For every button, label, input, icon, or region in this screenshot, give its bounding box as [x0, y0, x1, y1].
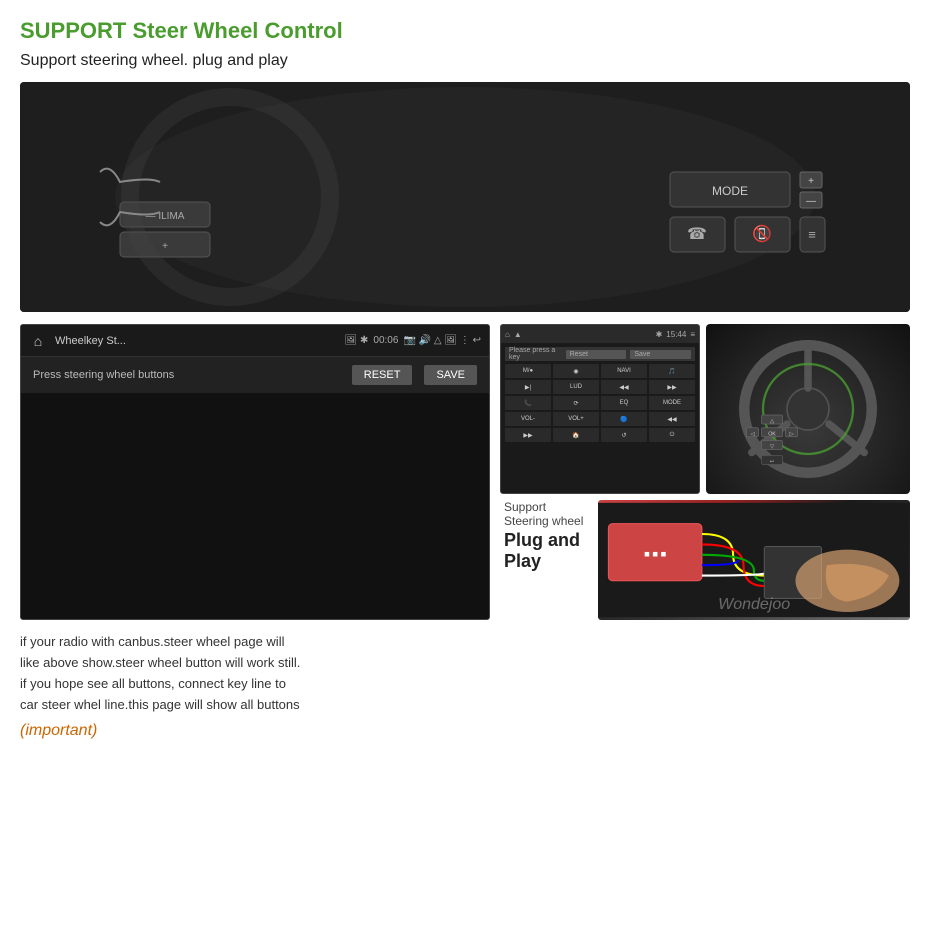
svg-text:OK: OK: [768, 432, 776, 438]
svg-text:MODE: MODE: [712, 184, 748, 198]
mini-topbar: ⌂ ▲ ✱ 15:44 ≡: [501, 325, 699, 343]
android-content-bar: Press steering wheel buttons RESET SAVE: [21, 357, 489, 393]
svg-text:◁: ◁: [750, 432, 754, 438]
bottom-left: if your radio with canbus.steer wheel pa…: [20, 632, 475, 739]
mini-menu-icon: ≡: [690, 330, 695, 339]
title-support: SUPPORT: [20, 18, 126, 43]
mini-cell-rot: ↺: [601, 428, 647, 442]
mini-cell-2: ◉: [553, 364, 599, 378]
svg-text:■ ■ ■: ■ ■ ■: [644, 549, 666, 559]
mini-cell-volp: VOL+: [553, 412, 599, 426]
mini-time: 15:44: [666, 330, 686, 339]
desc-line4: car steer whel line.this page will show …: [20, 697, 300, 712]
mini-cell-1: M/●: [505, 364, 551, 378]
mini-cell-next: ▶▶: [649, 380, 695, 394]
mini-grid: M/● ◉ NAVI 🎵 ▶| LUD ◀◀ ▶▶ 📞 ⟳ EQ MODE: [505, 364, 695, 442]
svg-text:—: —: [806, 196, 816, 207]
mini-cell-refresh: ⟳: [553, 396, 599, 410]
topbar-icons: 🖼 ✱ 00:06 📷 🔊 △ 🖼 ⋮ ↩: [345, 335, 481, 346]
press-text: Press steering wheel buttons: [33, 369, 340, 381]
bottom-panels: ⌂ Wheelkey St... 🖼 ✱ 00:06 📷 🔊 △ 🖼 ⋮ ↩ P…: [20, 324, 910, 620]
left-android-panel: ⌂ Wheelkey St... 🖼 ✱ 00:06 📷 🔊 △ 🖼 ⋮ ↩ P…: [20, 324, 490, 620]
reset-button[interactable]: RESET: [352, 365, 413, 385]
mini-cell-lud: LUD: [553, 380, 599, 394]
save-button[interactable]: SAVE: [424, 365, 477, 385]
plug-and-play-label: Plug and Play: [504, 530, 592, 572]
small-steering-image: △ OK ▽ ◁ ▷ ↩: [706, 324, 910, 494]
title-control: Control: [258, 18, 342, 43]
subtitle: Support steering wheel. plug and play: [20, 52, 910, 70]
support-steering-label: Support Steering wheel: [504, 500, 592, 528]
page-wrapper: SUPPORT Steer Wheel Control Support stee…: [0, 0, 930, 930]
mini-please-text: Please press a key: [509, 347, 562, 361]
mini-cell-prev: ◀◀: [601, 380, 647, 394]
steering-wheel-image: — ILIMA + MODE + — ☎ 📵 ≡: [20, 82, 910, 312]
mini-cell-volm: VOL-: [505, 412, 551, 426]
mini-cell-phone: 📞: [505, 396, 551, 410]
steering-wheel-svg: — ILIMA + MODE + — ☎ 📵 ≡: [20, 82, 910, 312]
app-name-label: Wheelkey St...: [55, 335, 337, 347]
mini-content-area: Please press a key Reset Save M/● ◉ NAVI…: [501, 343, 699, 446]
svg-text:▷: ▷: [789, 432, 793, 438]
right-panel: ⌂ ▲ ✱ 15:44 ≡ Please press a key Reset S…: [500, 324, 910, 620]
watermark: Wondejoo: [718, 596, 790, 614]
mini-home-icon: ⌂: [505, 330, 510, 339]
svg-text:📵: 📵: [752, 224, 772, 243]
android-topbar: ⌂ Wheelkey St... 🖼 ✱ 00:06 📷 🔊 △ 🖼 ⋮ ↩: [21, 325, 489, 357]
mini-cell-home: 🏠: [553, 428, 599, 442]
desc-line3: if you hope see all buttons, connect key…: [20, 676, 286, 691]
mini-save-btn[interactable]: Save: [630, 350, 691, 359]
title-steer: Steer: [126, 18, 187, 43]
important-text: (important): [20, 722, 475, 740]
time-label: 00:06: [373, 335, 398, 346]
right-bottom: Support Steering wheel Plug and Play ■ ■…: [500, 500, 910, 620]
svg-text:☎: ☎: [687, 226, 707, 243]
small-steering-svg: △ OK ▽ ◁ ▷ ↩: [733, 334, 883, 484]
mini-wifi-icon: ▲: [514, 330, 522, 339]
mini-android: ⌂ ▲ ✱ 15:44 ≡ Please press a key Reset S…: [500, 324, 700, 494]
svg-text:+: +: [808, 176, 814, 187]
mini-cell-bt: 🔵: [601, 412, 647, 426]
mini-cell-eq: EQ: [601, 396, 647, 410]
desc-line2: like above show.steer wheel button will …: [20, 655, 300, 670]
support-label-area: Support Steering wheel Plug and Play: [500, 500, 592, 572]
mini-cell-fwd: ▶▶: [505, 428, 551, 442]
svg-text:△: △: [770, 419, 774, 425]
mini-reset-btn[interactable]: Reset: [566, 350, 627, 359]
title-wheel: Wheel: [188, 18, 259, 43]
header-title: SUPPORT Steer Wheel Control: [20, 18, 910, 44]
svg-text:▽: ▽: [770, 444, 774, 450]
mini-cell-music: 🎵: [649, 364, 695, 378]
mini-cell-mode: MODE: [649, 396, 695, 410]
svg-text:— ILIMA: — ILIMA: [146, 211, 185, 222]
svg-text:+: +: [162, 241, 168, 252]
mini-cell-navi: NAVI: [601, 364, 647, 378]
mini-cell-power: ⏻: [649, 428, 695, 442]
mini-cell-play: ▶|: [505, 380, 551, 394]
svg-text:≡: ≡: [808, 227, 816, 242]
mini-press-bar: Please press a key Reset Save: [505, 347, 695, 361]
home-icon: ⌂: [29, 332, 47, 350]
mini-bt-icon: ✱: [656, 330, 663, 339]
svg-text:↩: ↩: [770, 459, 774, 465]
right-top: ⌂ ▲ ✱ 15:44 ≡ Please press a key Reset S…: [500, 324, 910, 494]
android-black-area: [21, 393, 489, 558]
bottom-section: if your radio with canbus.steer wheel pa…: [20, 632, 910, 739]
desc-line1: if your radio with canbus.steer wheel pa…: [20, 634, 284, 649]
wires-image: ■ ■ ■ Wondejoo: [598, 500, 910, 620]
mini-cell-back: ◀◀: [649, 412, 695, 426]
description: if your radio with canbus.steer wheel pa…: [20, 632, 480, 715]
